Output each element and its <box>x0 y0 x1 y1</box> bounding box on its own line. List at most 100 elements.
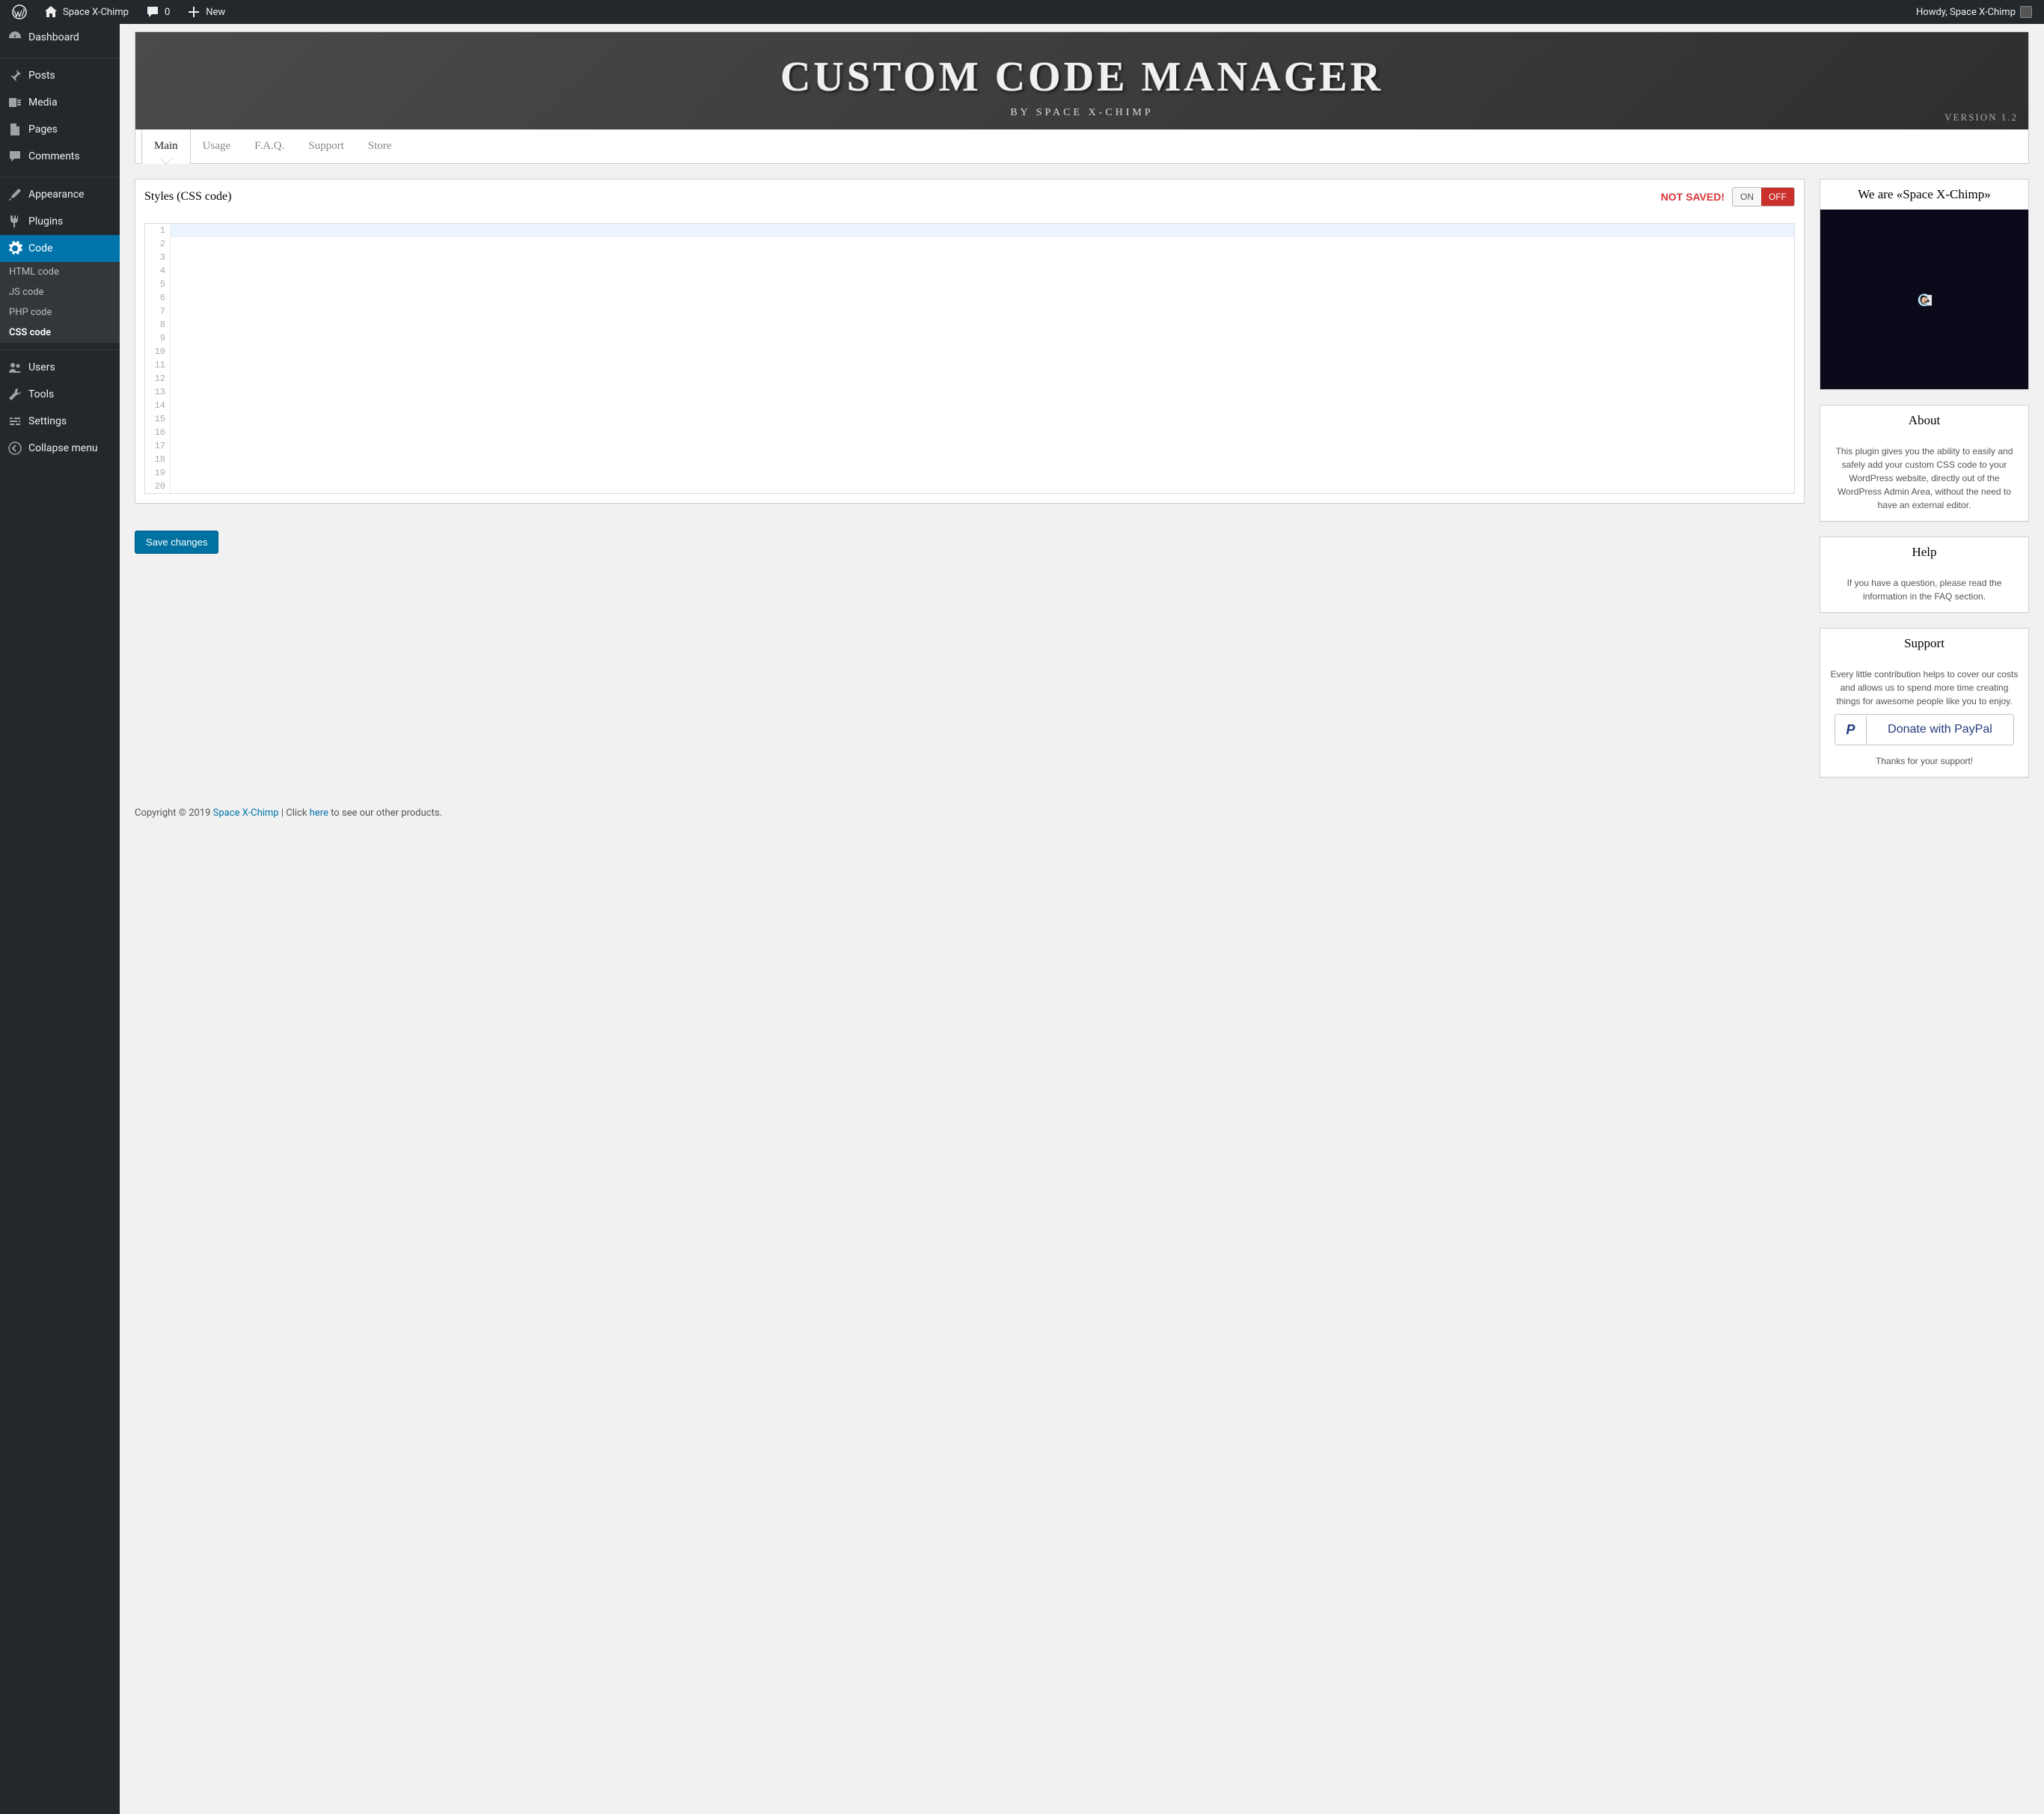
gear-icon <box>7 241 22 256</box>
menu-label: Posts <box>28 70 55 82</box>
editor-line[interactable]: 19 <box>145 466 1794 480</box>
footer-link-author[interactable]: Space X-Chimp <box>213 807 279 819</box>
menu-item-appearance[interactable]: Appearance <box>0 181 120 208</box>
wp-logo[interactable] <box>6 0 33 24</box>
menu-item-media[interactable]: Media <box>0 89 120 116</box>
menu-item-collapse-menu[interactable]: Collapse menu <box>0 435 120 462</box>
line-content[interactable] <box>171 332 1794 345</box>
comment-icon <box>145 4 160 19</box>
line-content[interactable] <box>171 224 1794 237</box>
line-content[interactable] <box>171 399 1794 412</box>
new-label: New <box>206 7 225 18</box>
line-number: 2 <box>145 237 171 251</box>
menu-label: Plugins <box>28 216 63 227</box>
admin-sidebar: Dashboard Posts MediaPagesComments Appearan… <box>0 24 120 1814</box>
line-number: 8 <box>145 318 171 332</box>
editor-line[interactable]: 12 <box>145 372 1794 385</box>
donate-button[interactable]: P Donate with PayPal <box>1835 714 2014 745</box>
menu-item-posts[interactable]: Posts <box>0 62 120 89</box>
tab-faq[interactable]: F.A.Q. <box>242 129 296 163</box>
submenu-item-css-code[interactable]: CSS code <box>0 323 120 343</box>
editor-line[interactable]: 2 <box>145 237 1794 251</box>
editor-line[interactable]: 15 <box>145 412 1794 426</box>
editor-line[interactable]: 13 <box>145 385 1794 399</box>
line-number: 5 <box>145 278 171 291</box>
line-content[interactable] <box>171 237 1794 251</box>
editor-line[interactable]: 20 <box>145 480 1794 493</box>
footer-prefix: Copyright © 2019 <box>135 807 213 819</box>
editor-line[interactable]: 1 <box>145 224 1794 237</box>
menu-label: Appearance <box>28 189 84 201</box>
line-number: 12 <box>145 372 171 385</box>
admin-bar-right: Howdy, Space X-Chimp <box>1910 0 2038 24</box>
menu-item-plugins[interactable]: Plugins <box>0 208 120 235</box>
tab-usage[interactable]: Usage <box>191 129 243 163</box>
editor-line[interactable]: 9 <box>145 332 1794 345</box>
tab-store[interactable]: Store <box>356 129 404 163</box>
howdy-text: Howdy, Space X-Chimp <box>1916 7 2016 18</box>
line-number: 13 <box>145 385 171 399</box>
home-icon <box>43 4 58 19</box>
toggle-off-button[interactable]: OFF <box>1761 188 1794 206</box>
line-content[interactable] <box>171 291 1794 305</box>
line-content[interactable] <box>171 426 1794 439</box>
footer-middle: | Click <box>279 807 310 819</box>
site-name-link[interactable]: Space X-Chimp <box>37 0 135 24</box>
line-content[interactable] <box>171 345 1794 358</box>
menu-item-settings[interactable]: Settings <box>0 408 120 435</box>
editor-line[interactable]: 16 <box>145 426 1794 439</box>
editor-line[interactable]: 11 <box>145 358 1794 372</box>
menu-label: Dashboard <box>28 31 79 43</box>
weare-title: We are «Space X-Chimp» <box>1820 180 2028 210</box>
about-title: About <box>1820 406 2028 436</box>
editor-line[interactable]: 5 <box>145 278 1794 291</box>
editor-line[interactable]: 7 <box>145 305 1794 318</box>
comment-icon <box>7 149 22 164</box>
menu-item-pages[interactable]: Pages <box>0 116 120 143</box>
line-content[interactable] <box>171 466 1794 480</box>
line-content[interactable] <box>171 439 1794 453</box>
line-content[interactable] <box>171 372 1794 385</box>
account-link[interactable]: Howdy, Space X-Chimp <box>1910 0 2038 24</box>
line-content[interactable] <box>171 305 1794 318</box>
menu-item-users[interactable]: Users <box>0 354 120 381</box>
line-content[interactable] <box>171 318 1794 332</box>
line-number: 10 <box>145 345 171 358</box>
menu-item-code[interactable]: Code <box>0 235 120 262</box>
editor-line[interactable]: 10 <box>145 345 1794 358</box>
code-editor[interactable]: 1234567891011121314151617181920 <box>144 223 1795 494</box>
editor-line[interactable]: 18 <box>145 453 1794 466</box>
brush-icon <box>7 187 22 202</box>
page-icon <box>7 122 22 137</box>
menu-item-dashboard[interactable]: Dashboard <box>0 24 120 51</box>
new-link[interactable]: New <box>180 0 231 24</box>
line-content[interactable] <box>171 278 1794 291</box>
tab-support[interactable]: Support <box>296 129 356 163</box>
line-content[interactable] <box>171 480 1794 493</box>
line-content[interactable] <box>171 264 1794 278</box>
line-content[interactable] <box>171 358 1794 372</box>
footer-link-here[interactable]: here <box>310 807 328 819</box>
editor-line[interactable]: 4 <box>145 264 1794 278</box>
submenu-item-html-code[interactable]: HTML code <box>0 262 120 282</box>
menu-item-comments[interactable]: Comments <box>0 143 120 170</box>
save-changes-button[interactable]: Save changes <box>135 531 218 554</box>
editor-line[interactable]: 8 <box>145 318 1794 332</box>
editor-line[interactable]: 6 <box>145 291 1794 305</box>
line-content[interactable] <box>171 385 1794 399</box>
submenu-item-php-code[interactable]: PHP code <box>0 302 120 323</box>
line-content[interactable] <box>171 412 1794 426</box>
submenu-item-js-code[interactable]: JS code <box>0 282 120 302</box>
tab-main[interactable]: Main <box>141 129 191 164</box>
line-number: 14 <box>145 399 171 412</box>
line-number: 18 <box>145 453 171 466</box>
line-content[interactable] <box>171 453 1794 466</box>
editor-line[interactable]: 3 <box>145 251 1794 264</box>
toggle-on-button[interactable]: ON <box>1733 188 1761 206</box>
enable-toggle[interactable]: ON OFF <box>1732 187 1795 207</box>
editor-line[interactable]: 14 <box>145 399 1794 412</box>
menu-item-tools[interactable]: Tools <box>0 381 120 408</box>
editor-line[interactable]: 17 <box>145 439 1794 453</box>
comments-link[interactable]: 0 <box>139 0 176 24</box>
line-content[interactable] <box>171 251 1794 264</box>
